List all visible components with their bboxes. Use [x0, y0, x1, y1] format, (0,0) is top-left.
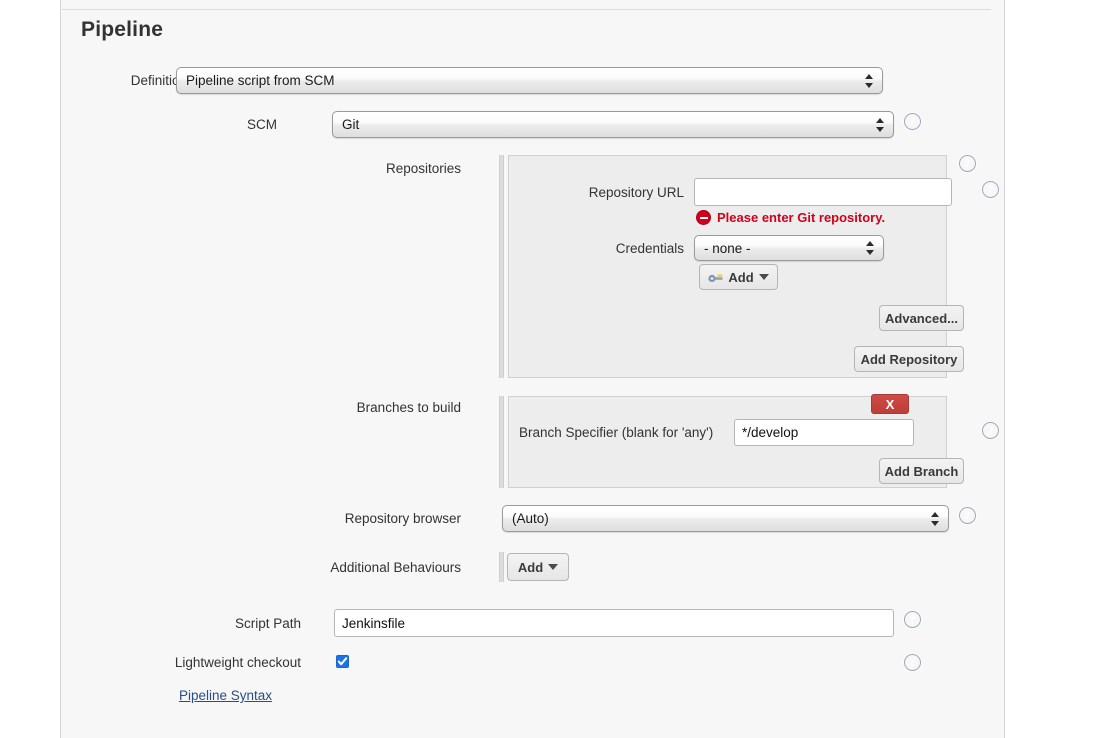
scm-select[interactable]: Git — [332, 111, 894, 138]
pipeline-config-screen: Pipeline Definition Pipeline script from… — [0, 0, 1113, 738]
branch-specifier-label: Branch Specifier (blank for 'any') — [519, 425, 714, 440]
repository-browser-select[interactable]: (Auto) — [502, 505, 949, 532]
select-arrows-icon — [866, 240, 875, 256]
credentials-select[interactable]: - none - — [694, 235, 884, 261]
repositories-label: Repositories — [385, 161, 461, 176]
section-divider — [62, 9, 991, 10]
select-arrows-icon — [865, 73, 874, 89]
scm-label: SCM — [247, 117, 277, 132]
add-behaviour-label: Add — [517, 559, 544, 575]
key-icon — [708, 272, 723, 283]
script-path-help-icon[interactable]: ? — [904, 611, 921, 628]
error-circle-icon — [696, 210, 711, 225]
credentials-select-value: - none - — [704, 240, 751, 256]
script-path-input[interactable] — [334, 609, 894, 637]
delete-branch-button[interactable]: X — [871, 394, 909, 414]
chevron-down-icon — [548, 564, 559, 570]
repositories-drag-strip[interactable] — [499, 155, 504, 378]
pipeline-config-panel: Pipeline Definition Pipeline script from… — [60, 0, 1005, 738]
repository-url-help-icon[interactable]: ? — [982, 181, 999, 198]
lightweight-checkout-help-icon[interactable]: ? — [904, 654, 921, 671]
repositories-block: Repository URL ? Please enter Git reposi… — [508, 155, 999, 378]
credentials-label: Credentials — [615, 241, 684, 256]
repository-url-label: Repository URL — [588, 185, 684, 200]
pipeline-syntax-link[interactable]: Pipeline Syntax — [179, 688, 272, 703]
additional-behaviours-label: Additional Behaviours — [330, 560, 461, 575]
add-credentials-button[interactable]: Add — [699, 264, 778, 290]
add-repository-button[interactable]: Add Repository — [854, 346, 964, 372]
definition-label: Definition — [130, 73, 187, 88]
add-behaviour-button[interactable]: Add — [507, 553, 569, 581]
branches-block: X Branch Specifier (blank for 'any') ? A… — [508, 394, 999, 488]
repository-url-error: Please enter Git repository. — [696, 210, 885, 225]
repository-browser-label: Repository browser — [344, 511, 461, 526]
lightweight-checkout-label: Lightweight checkout — [174, 655, 301, 670]
repository-url-input[interactable] — [694, 178, 952, 206]
advanced-button[interactable]: Advanced... — [879, 305, 964, 331]
check-icon — [337, 657, 348, 666]
error-message-text: Please enter Git repository. — [717, 210, 886, 225]
repository-browser-help-icon[interactable]: ? — [959, 507, 976, 524]
scm-help-icon[interactable]: ? — [904, 113, 921, 130]
repository-browser-value: (Auto) — [512, 511, 549, 526]
script-path-label: Script Path — [234, 616, 301, 631]
branch-specifier-input[interactable] — [734, 419, 914, 446]
scm-select-value: Git — [342, 117, 360, 132]
branches-label: Branches to build — [356, 400, 461, 415]
add-branch-button[interactable]: Add Branch — [879, 458, 964, 484]
select-arrows-icon — [931, 511, 940, 527]
add-credentials-label: Add — [728, 269, 754, 285]
definition-select[interactable]: Pipeline script from SCM — [176, 67, 883, 94]
branches-drag-strip[interactable] — [499, 396, 504, 488]
chevron-down-icon — [758, 274, 769, 280]
page-title: Pipeline — [81, 18, 164, 41]
repositories-help-icon[interactable]: ? — [959, 155, 976, 172]
branch-specifier-help-icon[interactable]: ? — [982, 422, 999, 439]
definition-select-value: Pipeline script from SCM — [186, 73, 335, 88]
select-arrows-icon — [876, 117, 885, 133]
additional-behaviours-drag-strip[interactable] — [499, 552, 504, 582]
lightweight-checkout-checkbox[interactable] — [336, 655, 349, 668]
